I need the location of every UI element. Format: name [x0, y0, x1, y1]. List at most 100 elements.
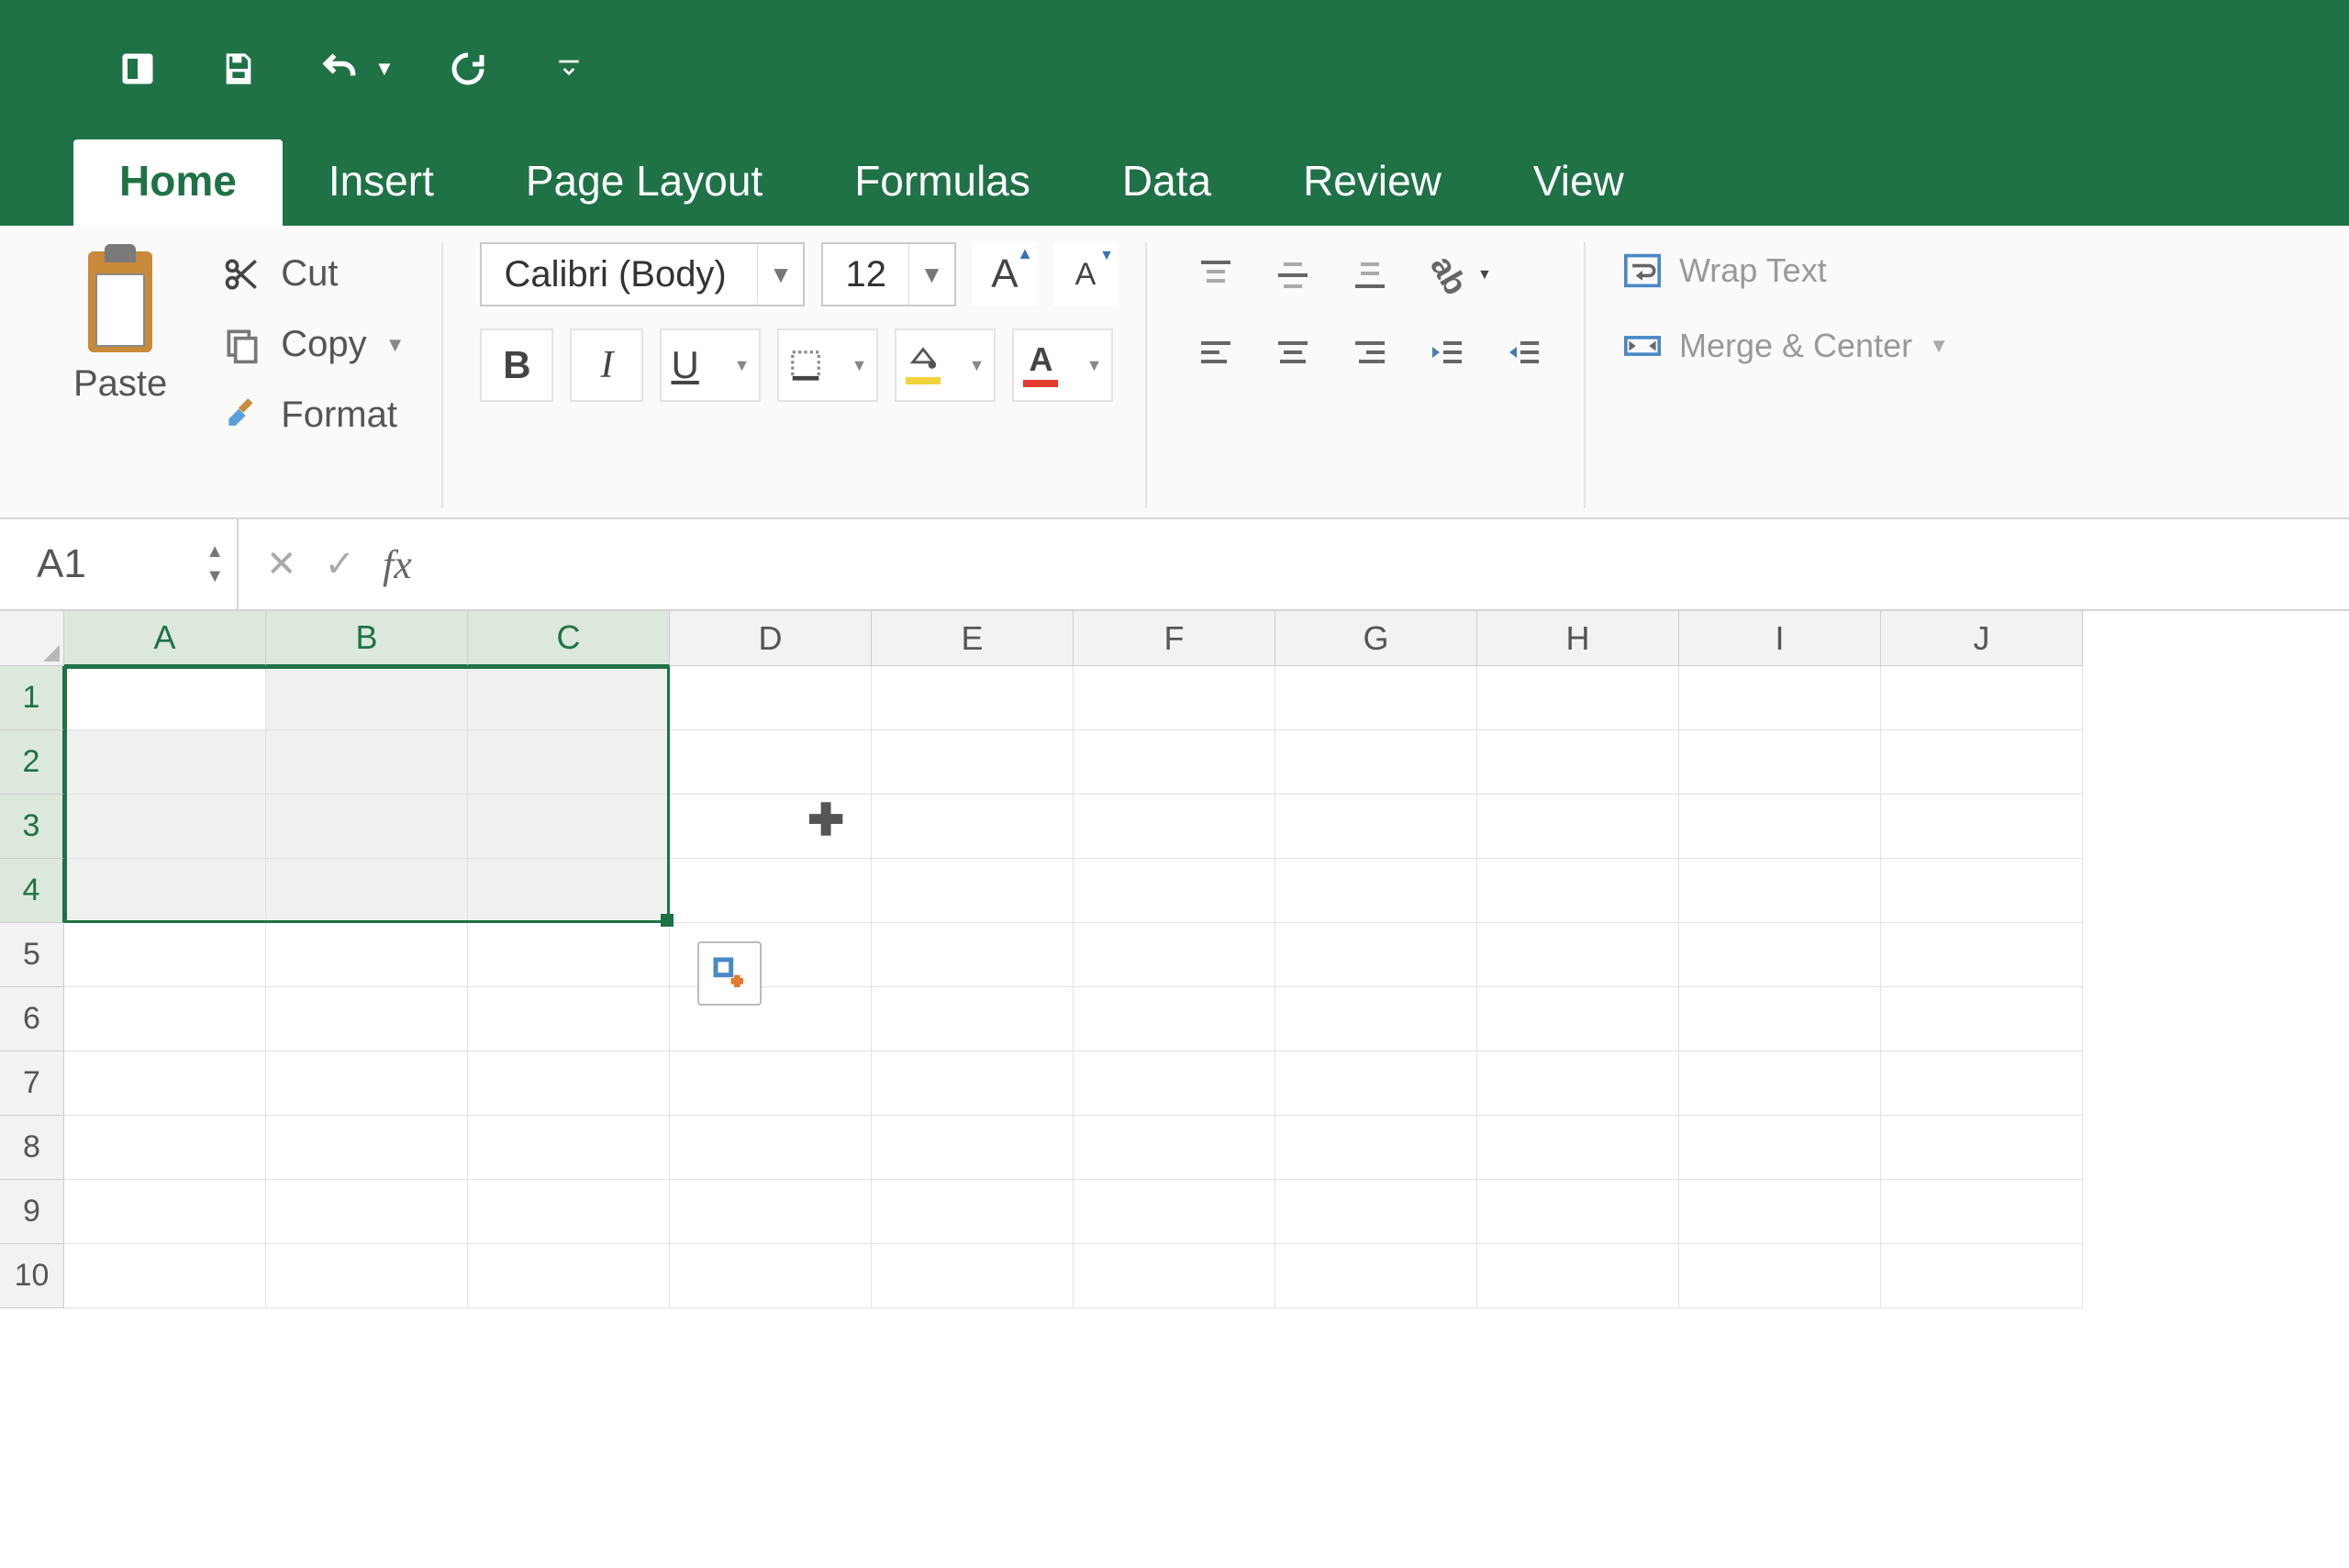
- cell[interactable]: [266, 987, 468, 1051]
- autosave-icon[interactable]: [110, 41, 165, 96]
- borders-button[interactable]: ▼: [777, 328, 878, 402]
- cell[interactable]: [1881, 1051, 2083, 1116]
- cell[interactable]: [266, 795, 468, 859]
- cell[interactable]: [1679, 666, 1881, 730]
- spreadsheet-grid[interactable]: A B C D E F G H I J 12345678910 ✚: [0, 611, 2349, 1568]
- font-name-combo[interactable]: Calibri (Body) ▼: [480, 242, 805, 306]
- wrap-text-button[interactable]: Wrap Text: [1622, 251, 1949, 290]
- cell[interactable]: [1074, 923, 1275, 987]
- cell[interactable]: [1477, 1180, 1679, 1244]
- cell[interactable]: [1881, 666, 2083, 730]
- italic-button[interactable]: I: [570, 328, 643, 402]
- cell[interactable]: [1881, 730, 2083, 795]
- cell[interactable]: [468, 1244, 670, 1308]
- font-color-dropdown-icon[interactable]: ▼: [1086, 356, 1103, 375]
- cell[interactable]: [1074, 1244, 1275, 1308]
- cell[interactable]: [64, 730, 266, 795]
- cell[interactable]: [872, 1051, 1074, 1116]
- cell[interactable]: [468, 795, 670, 859]
- cell[interactable]: [1679, 987, 1881, 1051]
- cell[interactable]: [1275, 987, 1477, 1051]
- cell[interactable]: [1074, 666, 1275, 730]
- copy-button[interactable]: Copy ▼: [213, 320, 414, 369]
- cell[interactable]: [64, 1180, 266, 1244]
- cell[interactable]: [1074, 1116, 1275, 1180]
- cell[interactable]: [1275, 1051, 1477, 1116]
- cell[interactable]: [266, 730, 468, 795]
- cell[interactable]: [1275, 666, 1477, 730]
- cell[interactable]: [64, 987, 266, 1051]
- select-all-corner[interactable]: [0, 611, 64, 666]
- cell[interactable]: [670, 730, 872, 795]
- fill-color-dropdown-icon[interactable]: ▼: [969, 356, 985, 375]
- align-left-button[interactable]: [1184, 325, 1248, 380]
- undo-dropdown-icon[interactable]: ▼: [374, 57, 395, 81]
- tab-page-layout[interactable]: Page Layout: [480, 139, 808, 226]
- col-header-e[interactable]: E: [872, 611, 1074, 666]
- align-top-button[interactable]: [1184, 248, 1248, 303]
- col-header-f[interactable]: F: [1074, 611, 1275, 666]
- tab-view[interactable]: View: [1487, 139, 1670, 226]
- align-right-button[interactable]: [1338, 325, 1402, 380]
- font-size-combo[interactable]: 12 ▼: [821, 242, 956, 306]
- col-header-h[interactable]: H: [1477, 611, 1679, 666]
- row-header[interactable]: 7: [0, 1051, 64, 1116]
- customize-qat-icon[interactable]: [541, 41, 596, 96]
- increase-font-button[interactable]: A ▲: [973, 242, 1037, 306]
- tab-data[interactable]: Data: [1076, 139, 1257, 226]
- align-center-button[interactable]: [1261, 325, 1325, 380]
- cell[interactable]: [1881, 923, 2083, 987]
- cell[interactable]: [1679, 1180, 1881, 1244]
- row-header[interactable]: 9: [0, 1180, 64, 1244]
- cell[interactable]: [468, 1116, 670, 1180]
- cell[interactable]: [1275, 1180, 1477, 1244]
- underline-button[interactable]: U▼: [660, 328, 761, 402]
- col-header-j[interactable]: J: [1881, 611, 2083, 666]
- cell[interactable]: [670, 666, 872, 730]
- font-color-button[interactable]: A ▼: [1012, 328, 1113, 402]
- row-header[interactable]: 4: [0, 859, 64, 923]
- cell[interactable]: [872, 987, 1074, 1051]
- enter-formula-button[interactable]: ✓: [325, 543, 356, 585]
- cell[interactable]: [1477, 730, 1679, 795]
- cell[interactable]: [1679, 795, 1881, 859]
- cell[interactable]: [1275, 859, 1477, 923]
- row-header[interactable]: 3: [0, 795, 64, 859]
- underline-dropdown-icon[interactable]: ▼: [734, 356, 751, 375]
- cell[interactable]: [468, 1180, 670, 1244]
- cell[interactable]: [468, 730, 670, 795]
- orientation-dropdown-icon[interactable]: ▼: [1477, 267, 1492, 284]
- row-header[interactable]: 6: [0, 987, 64, 1051]
- name-box-stepper[interactable]: ▲▼: [206, 541, 224, 587]
- cell[interactable]: [872, 795, 1074, 859]
- cell[interactable]: [872, 1180, 1074, 1244]
- col-header-i[interactable]: I: [1679, 611, 1881, 666]
- tab-insert[interactable]: Insert: [283, 139, 480, 226]
- borders-dropdown-icon[interactable]: ▼: [852, 356, 868, 375]
- align-middle-button[interactable]: [1261, 248, 1325, 303]
- col-header-g[interactable]: G: [1275, 611, 1477, 666]
- cell[interactable]: [64, 795, 266, 859]
- cell[interactable]: [670, 1244, 872, 1308]
- cut-button[interactable]: Cut: [213, 250, 414, 298]
- cell[interactable]: [468, 859, 670, 923]
- cell[interactable]: [1679, 859, 1881, 923]
- cell[interactable]: [1074, 1051, 1275, 1116]
- row-header[interactable]: 8: [0, 1116, 64, 1180]
- cell[interactable]: [1275, 1244, 1477, 1308]
- cell[interactable]: [872, 666, 1074, 730]
- tab-formulas[interactable]: Formulas: [808, 139, 1076, 226]
- cell[interactable]: [1477, 1244, 1679, 1308]
- cell[interactable]: [1881, 987, 2083, 1051]
- fx-label[interactable]: fx: [383, 541, 412, 588]
- cell[interactable]: [266, 923, 468, 987]
- cell[interactable]: [64, 1244, 266, 1308]
- cell[interactable]: [1074, 795, 1275, 859]
- row-header[interactable]: 1: [0, 666, 64, 730]
- cell[interactable]: [1275, 1116, 1477, 1180]
- cell[interactable]: [1881, 1180, 2083, 1244]
- cell[interactable]: [266, 1180, 468, 1244]
- cell[interactable]: [1881, 1244, 2083, 1308]
- decrease-indent-button[interactable]: [1415, 325, 1479, 380]
- undo-button[interactable]: ▼: [312, 41, 395, 96]
